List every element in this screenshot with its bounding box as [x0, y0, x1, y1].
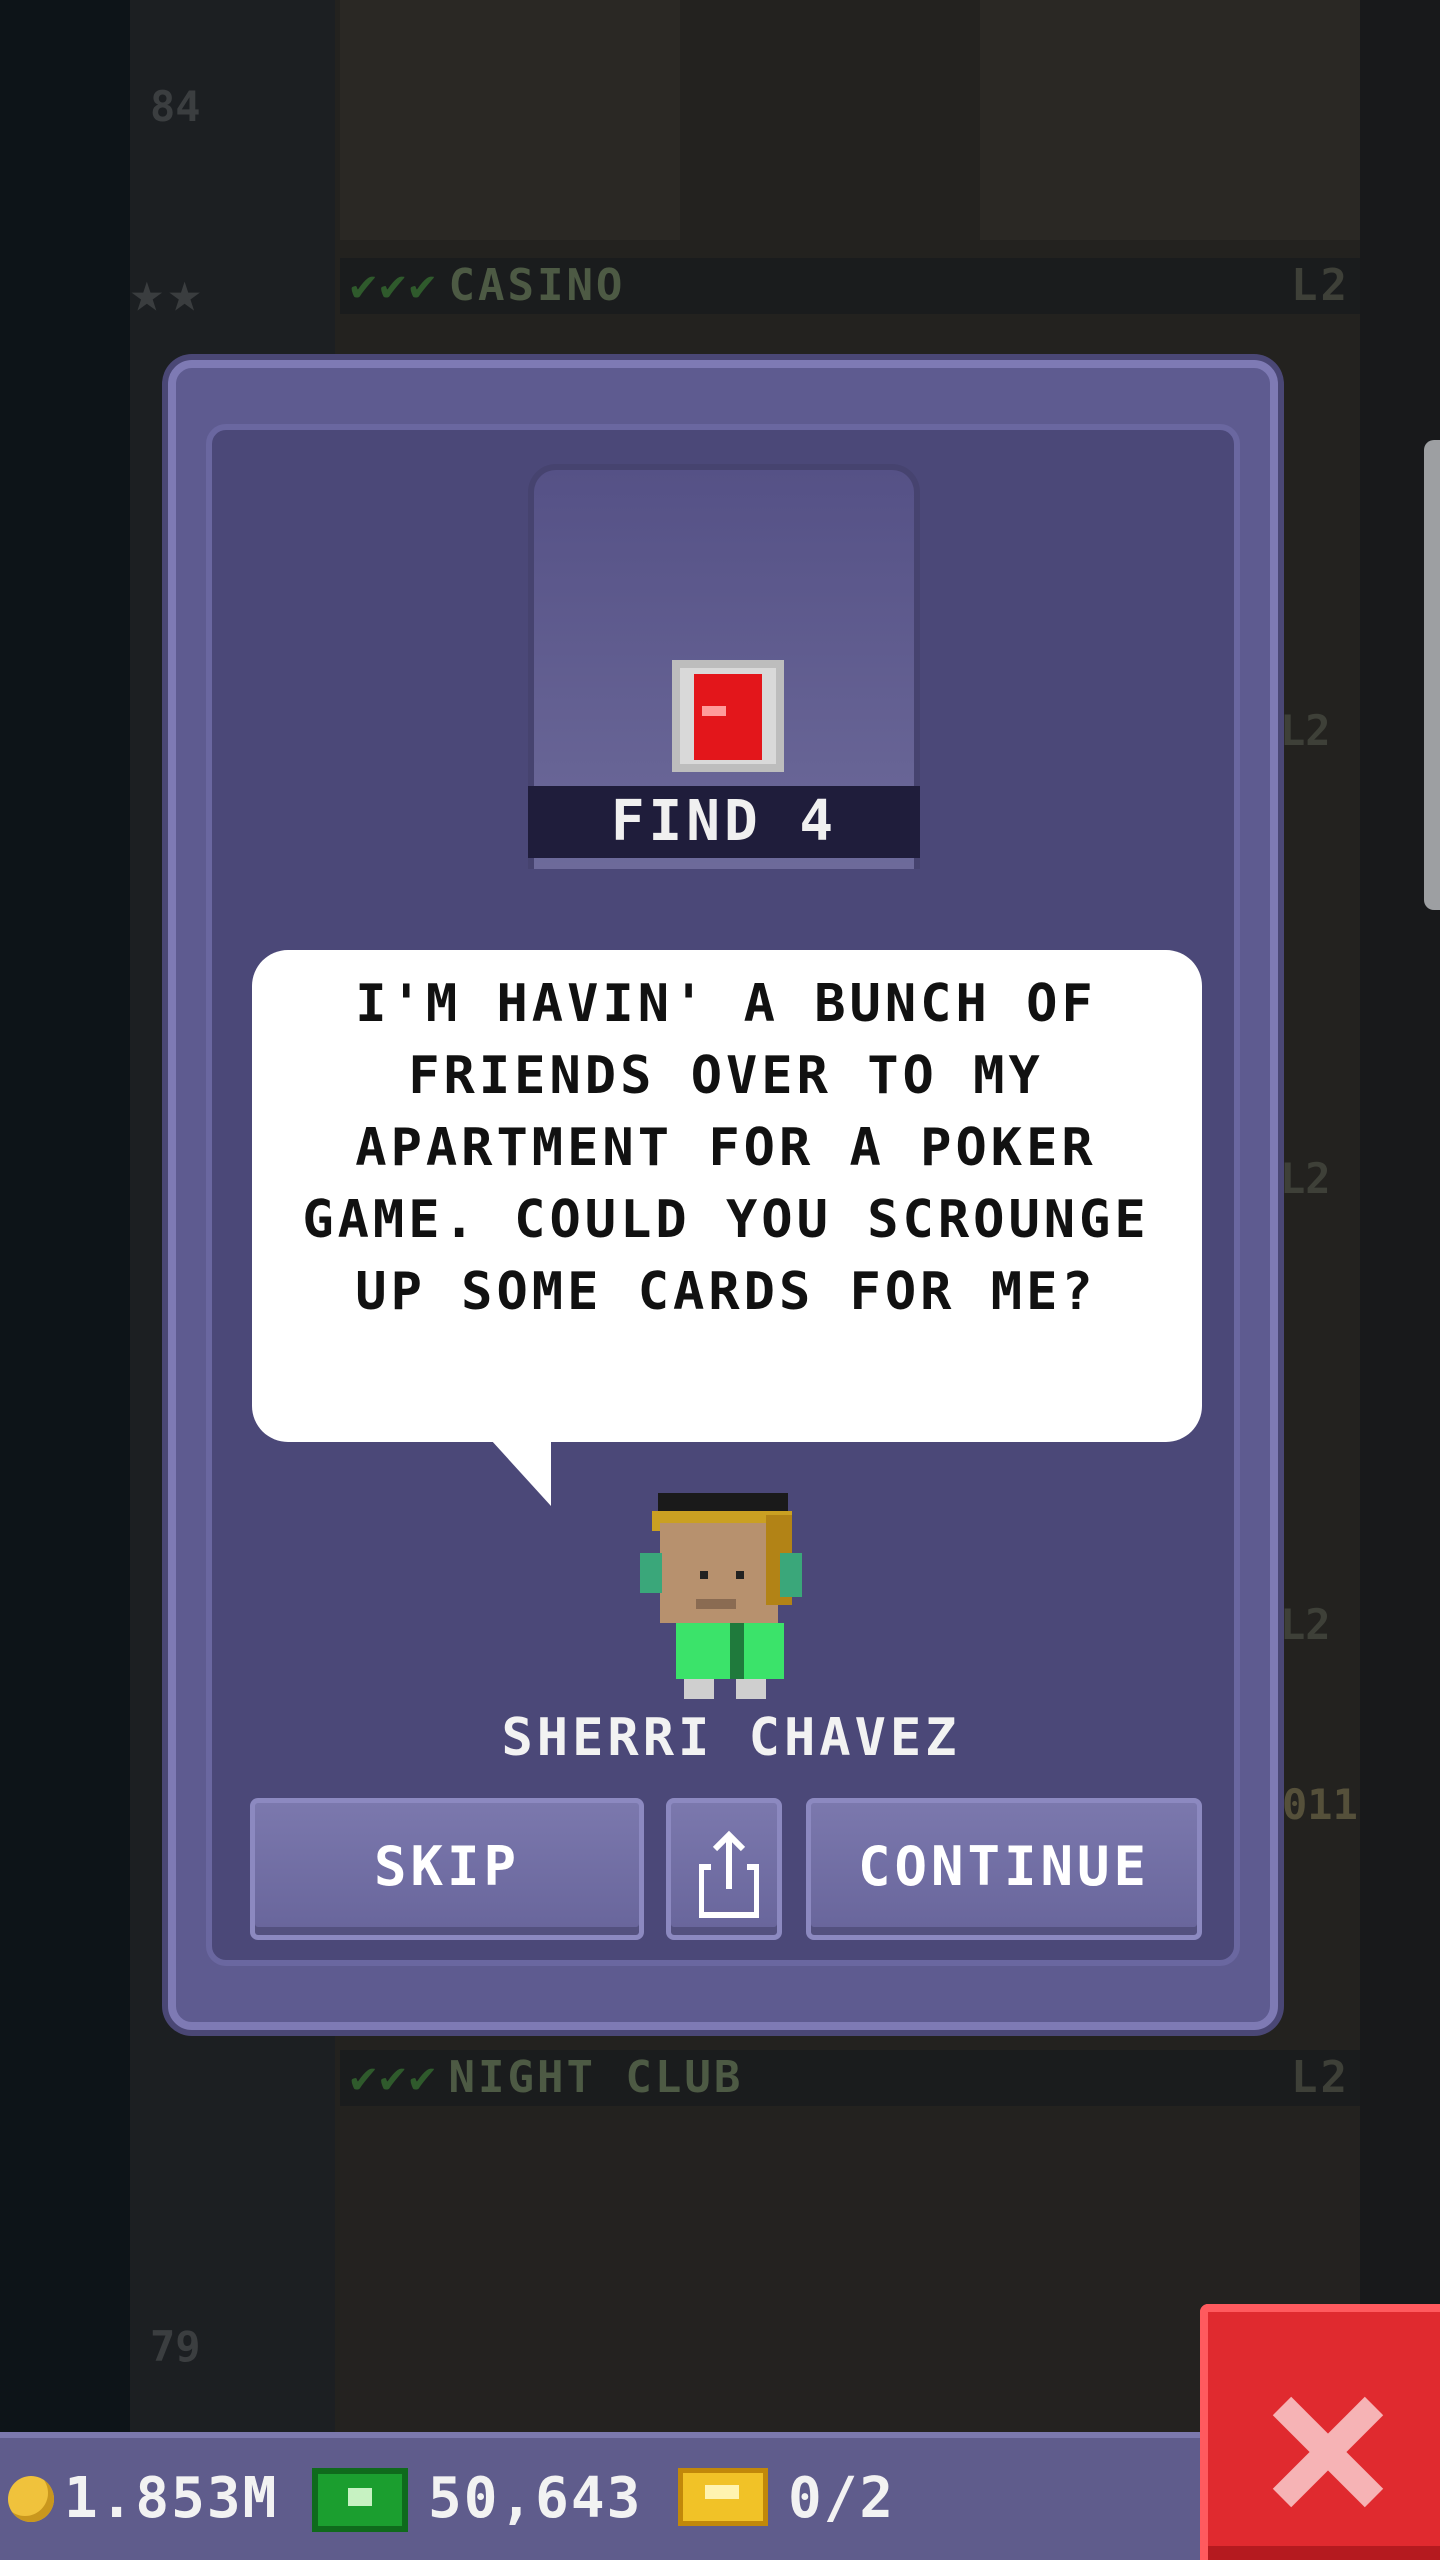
task-label: FIND 4: [528, 786, 920, 858]
coin-icon: [8, 2476, 54, 2522]
mission-dialog: FIND 4 I'M HAVIN' A BUNCH OF FRIENDS OVE…: [168, 360, 1278, 2030]
room: [980, 0, 1360, 240]
check-icons: ✔✔✔: [350, 260, 439, 311]
floor-number: 79: [150, 2322, 201, 2371]
share-icon: [699, 1830, 759, 1918]
close-icon: [1272, 2396, 1384, 2508]
side-drawer-handle[interactable]: [1424, 440, 1440, 910]
close-button[interactable]: [1200, 2304, 1440, 2560]
floor-level: L2: [1291, 260, 1350, 311]
npc-avatar-icon: [640, 1493, 802, 1699]
floor-label-night-club[interactable]: ✔✔✔ NIGHT CLUB L2: [340, 2050, 1360, 2106]
floor-level: L2: [1291, 2052, 1350, 2103]
floor-level: L2: [1280, 1154, 1331, 1203]
resource-bar: 1.853M 50,643 0/2: [0, 2432, 1200, 2560]
floor-number: 84: [150, 82, 201, 131]
mission-quote: I'M HAVIN' A BUNCH OF FRIENDS OVER TO MY…: [302, 974, 1150, 1322]
coin-count: 1.853M: [64, 2466, 279, 2531]
check-icons: ✔✔✔: [350, 2052, 439, 2103]
floor-label-casino[interactable]: ✔✔✔ CASINO L2: [340, 258, 1360, 314]
tower-edge: [1360, 0, 1440, 2440]
floor-stars: ★★: [130, 260, 206, 325]
skip-button[interactable]: SKIP: [250, 1798, 644, 1940]
floor-name: NIGHT CLUB: [448, 2052, 744, 2103]
elevator-shaft: [0, 0, 130, 2440]
speech-bubble-tail: [491, 1440, 551, 1506]
room: [340, 0, 680, 240]
room-number: 011: [1282, 1780, 1358, 1829]
bux-icon: [312, 2468, 408, 2532]
npc-name: SHERRI CHAVEZ: [501, 1708, 961, 1768]
playing-card-icon: [672, 660, 784, 772]
floor-name: CASINO: [448, 260, 626, 311]
floor-level: L2: [1280, 706, 1331, 755]
continue-button[interactable]: CONTINUE: [806, 1798, 1202, 1940]
ticket-count: 0/2: [788, 2466, 896, 2531]
share-button[interactable]: [666, 1798, 782, 1940]
bux-count: 50,643: [428, 2466, 643, 2531]
ticket-icon: [678, 2468, 768, 2526]
floor-level: L2: [1280, 1600, 1331, 1649]
